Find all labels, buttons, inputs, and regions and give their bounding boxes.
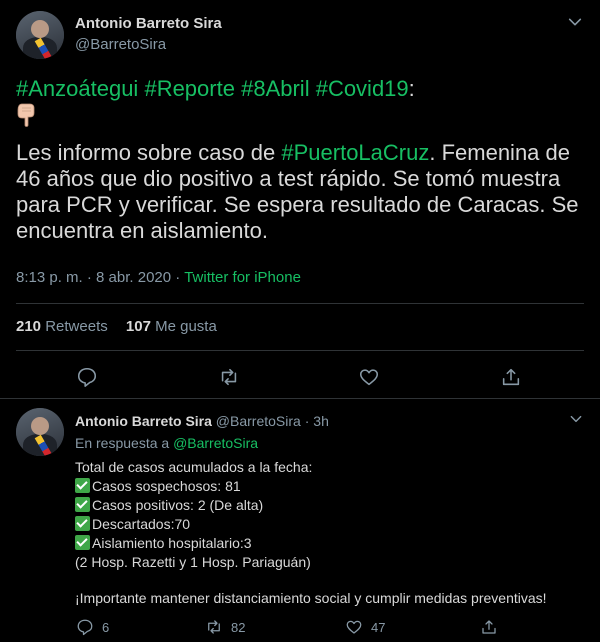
reply-retweet-button[interactable]: 82 bbox=[205, 618, 245, 636]
retweets-stat[interactable]: 210 Retweets bbox=[16, 318, 108, 335]
author-avatar[interactable] bbox=[16, 11, 64, 59]
retweet-icon bbox=[208, 620, 220, 634]
tweet-text: #Anzoátegui #Reporte #8Abril #Covid19: L… bbox=[16, 76, 586, 244]
hashtag-anzoategui[interactable]: #Anzoátegui bbox=[16, 76, 138, 101]
hashtag-puertolacruz[interactable]: #PuertoLaCruz bbox=[281, 140, 429, 165]
reply-time-ago[interactable]: 3h bbox=[313, 413, 329, 429]
reply-reply-button[interactable]: 6 bbox=[76, 618, 109, 636]
chevron-down-icon[interactable] bbox=[567, 14, 583, 30]
retweet-icon[interactable] bbox=[218, 366, 240, 388]
main-tweet: Antonio Barreto Sira @BarretoSira #Anzoá… bbox=[0, 0, 600, 398]
line-positive: Casos positivos: 2 (De alta) bbox=[75, 497, 263, 513]
retweets-label: Retweets bbox=[45, 318, 108, 335]
check-mark-icon bbox=[75, 535, 90, 550]
hashtags-line: #Anzoátegui #Reporte #8Abril #Covid19: bbox=[16, 76, 586, 102]
line-total: Total de casos acumulados a la fecha: bbox=[75, 459, 313, 475]
line-discarded: Descartados:70 bbox=[75, 516, 190, 532]
pointing-down-emoji bbox=[16, 102, 586, 130]
reply-author-handle[interactable]: @BarretoSira bbox=[216, 413, 301, 429]
line-isolation: Aislamiento hospitalario:3 bbox=[75, 535, 252, 551]
reply-separator: · bbox=[304, 413, 310, 429]
check-mark-icon bbox=[75, 516, 90, 531]
reply-like-button[interactable]: 47 bbox=[345, 618, 385, 636]
divider bbox=[16, 350, 584, 351]
divider bbox=[16, 303, 584, 304]
check-mark-icon bbox=[75, 497, 90, 512]
line-discarded-text: Descartados:70 bbox=[92, 516, 191, 532]
tweet-stats: 210 Retweets 107 Me gusta bbox=[16, 318, 217, 335]
line-isolation-text: Aislamiento hospitalario:3 bbox=[92, 535, 252, 551]
check-mark-icon bbox=[75, 478, 90, 493]
author-handle[interactable]: @BarretoSira bbox=[75, 36, 166, 53]
reply-count: 6 bbox=[102, 619, 110, 635]
tweet-body-line-2: 46 años que dio positivo a test rápido. … bbox=[16, 166, 561, 191]
tweet-body-rest: . Femenina de bbox=[429, 140, 570, 165]
reply-mention[interactable]: @BarretoSira bbox=[173, 435, 258, 451]
likes-count: 107 bbox=[125, 318, 151, 335]
like-icon bbox=[346, 620, 362, 634]
line-hospitals: (2 Hosp. Razetti y 1 Hosp. Pariaguán) bbox=[75, 554, 311, 570]
likes-stat[interactable]: 107 Me gusta bbox=[126, 318, 217, 335]
hashtag-8abril[interactable]: #8Abril bbox=[241, 76, 309, 101]
reply-share-button[interactable] bbox=[480, 618, 498, 636]
author-name[interactable]: Antonio Barreto Sira bbox=[75, 15, 222, 32]
tweet-time[interactable]: 8:13 p. m. bbox=[16, 269, 83, 286]
reply-icon[interactable] bbox=[76, 366, 98, 388]
hashtag-reporte[interactable]: #Reporte bbox=[144, 76, 235, 101]
hashtag-covid19[interactable]: #Covid19 bbox=[316, 76, 409, 101]
tweet-date[interactable]: 8 abr. 2020 bbox=[96, 269, 171, 286]
meta-separator-2: · bbox=[175, 269, 181, 286]
like-icon[interactable] bbox=[358, 366, 380, 388]
reply-author-avatar[interactable] bbox=[16, 408, 64, 456]
reply-context: En respuesta a @BarretoSira bbox=[75, 435, 258, 451]
likes-label: Me gusta bbox=[155, 318, 217, 335]
tweet-body-line-4: encuentra en aislamiento. bbox=[16, 218, 268, 243]
retweets-count: 210 bbox=[16, 318, 42, 335]
reply-icon bbox=[77, 619, 93, 636]
hashtag-suffix: : bbox=[408, 76, 415, 101]
tweet-body-line-1: Les informo sobre caso de #PuertoLaCruz.… bbox=[16, 140, 586, 166]
tweet-body-prefix: Les informo sobre caso de bbox=[16, 140, 282, 165]
line-suspected: Casos sospechosos: 81 bbox=[75, 478, 241, 494]
tweet-source[interactable]: Twitter for iPhone bbox=[184, 269, 301, 286]
reply-tweet[interactable]: Antonio Barreto Sira @BarretoSira · 3h E… bbox=[0, 398, 600, 642]
tweet-body-line-3: para PCR y verificar. Se espera resultad… bbox=[16, 192, 579, 217]
like-count: 47 bbox=[371, 619, 386, 635]
meta-separator: · bbox=[86, 269, 92, 286]
tweet-meta: 8:13 p. m. · 8 abr. 2020 · Twitter for i… bbox=[16, 269, 301, 286]
share-icon[interactable] bbox=[500, 366, 522, 388]
line-important: ¡Importante mantener distanciamiento soc… bbox=[75, 590, 547, 606]
share-icon bbox=[482, 620, 496, 634]
line-suspected-text: Casos sospechosos: 81 bbox=[92, 478, 241, 494]
chevron-down-icon[interactable] bbox=[569, 412, 585, 428]
line-positive-text: Casos positivos: 2 (De alta) bbox=[92, 497, 264, 513]
reply-header: Antonio Barreto Sira @BarretoSira · 3h bbox=[75, 413, 329, 429]
reply-prefix: En respuesta a bbox=[75, 435, 170, 451]
retweet-count: 82 bbox=[231, 619, 246, 635]
reply-author-name[interactable]: Antonio Barreto Sira bbox=[75, 413, 212, 429]
